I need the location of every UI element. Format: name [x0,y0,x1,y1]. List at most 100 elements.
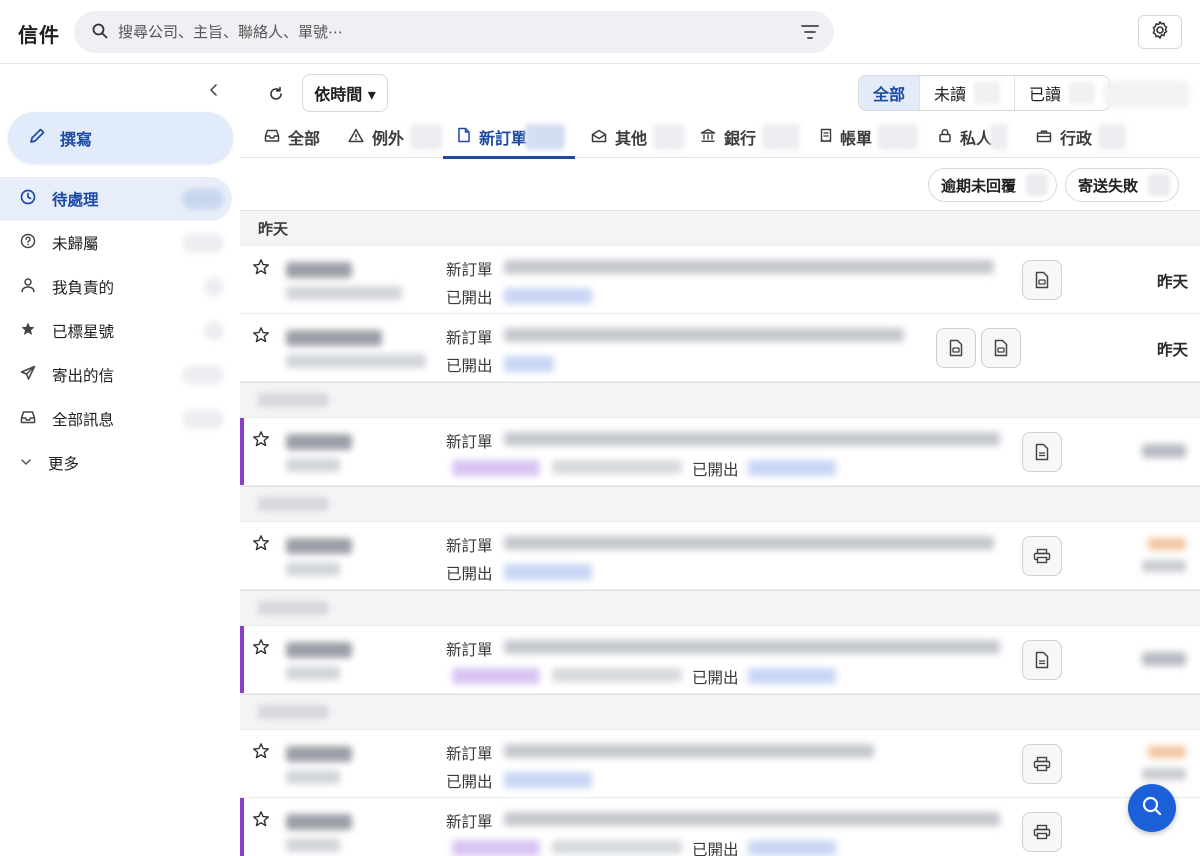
quick-filters: 逾期未回覆 寄送失敗 [928,168,1180,202]
send-failed-chip[interactable]: 寄送失敗 [1065,168,1180,202]
sender-detail [286,666,340,680]
tab-label: 銀行 [724,129,757,148]
star-toggle-icon[interactable] [252,638,270,660]
message-status: 已開出 [692,669,739,687]
question-icon [20,233,52,253]
group-header [240,486,1200,522]
message-date [1142,560,1186,572]
sidebar-item-label: 已標星號 [52,323,115,341]
sidebar-item-sent[interactable]: 寄出的信 [0,353,240,397]
star-toggle-icon[interactable] [252,810,270,832]
filter-label: 已讀 [1029,85,1062,104]
sidebar-item-mine[interactable]: 我負責的 [0,265,240,309]
sender-name [286,330,382,346]
message-status: 已開出 [446,565,493,583]
tab-bill[interactable]: 帳單 [820,116,919,158]
category-tabs: 全部 例外 新訂單 其他 銀行 帳單 私人 行政 [240,116,1200,159]
message-tag [748,840,836,856]
star-toggle-icon[interactable] [252,742,270,764]
print-action-button[interactable] [1022,812,1062,852]
search-bar [74,11,834,53]
star-toggle-icon[interactable] [252,258,270,280]
message-status: 已開出 [446,357,493,375]
document-action-button[interactable] [1022,432,1062,472]
sender-detail [286,838,340,852]
message-row[interactable]: 新訂單 已開出 昨天 [240,314,1200,382]
receipt-icon [820,128,840,147]
document-action-button[interactable] [1022,640,1062,680]
sender-detail [286,286,402,300]
message-tag [504,564,592,580]
message-subject [504,640,1000,654]
sender-name [286,434,352,450]
count-badge [1026,174,1049,196]
message-row[interactable]: 新訂單 已開出 [240,418,1200,486]
sender-name [286,814,352,830]
refresh-icon[interactable] [268,86,284,106]
message-date [1142,444,1186,458]
tab-admin[interactable]: 行政 [1036,116,1127,158]
message-status: 已開出 [692,841,739,856]
message-date [1142,652,1186,666]
message-type: 新訂單 [446,433,493,451]
sidebar-item-label: 待處理 [52,191,99,209]
search-icon [92,23,108,43]
floating-search-button[interactable] [1128,784,1176,832]
compose-button[interactable]: 撰寫 [8,112,233,164]
document-action-button[interactable] [981,328,1021,368]
message-row[interactable]: 新訂單 已開出 [240,626,1200,694]
message-label [452,460,540,476]
tab-bank[interactable]: 銀行 [700,116,801,158]
tab-private[interactable]: 私人 [938,116,1009,158]
star-toggle-icon[interactable] [252,430,270,452]
sidebar-more[interactable]: 更多 [0,441,240,485]
count-badge [204,277,224,297]
sidebar-item-all[interactable]: 全部訊息 [0,397,240,441]
sidebar-item-starred[interactable]: 已標星號 [0,309,240,353]
tab-label: 私人 [960,129,993,148]
sidebar-item-unassigned[interactable]: 未歸屬 [0,221,240,265]
print-action-button[interactable] [1022,536,1062,576]
count-badge [182,365,224,385]
message-row[interactable]: 新訂單 已開出 [240,798,1200,856]
group-header [240,694,1200,730]
filter-icon[interactable] [800,23,820,41]
overdue-chip[interactable]: 逾期未回覆 [928,168,1058,202]
filter-read[interactable]: 已讀 [1015,76,1109,110]
tab-all[interactable]: 全部 [264,116,320,158]
settings-button[interactable] [1138,15,1182,49]
sidebar: 撰寫 待處理 未歸屬 我負責的 已標星號 寄出的信 全部訊息 更多 [0,64,240,856]
extra-control[interactable] [1104,81,1190,107]
star-toggle-icon[interactable] [252,534,270,556]
tab-new-order[interactable]: 新訂單 [442,116,576,159]
sort-dropdown[interactable]: 依時間 ▾ [302,74,388,112]
document-action-button[interactable] [936,328,976,368]
count-badge [410,124,443,150]
sender-name [286,538,352,554]
message-row[interactable]: 新訂單 已開出 昨天 [240,246,1200,314]
sidebar-item-pending[interactable]: 待處理 [0,177,232,221]
collapse-sidebar-icon[interactable] [206,82,222,98]
sidebar-item-label: 我負責的 [52,279,115,297]
star-toggle-icon[interactable] [252,326,270,348]
print-action-button[interactable] [1022,744,1062,784]
tab-label: 其他 [615,129,648,148]
star-icon [20,321,52,341]
message-row[interactable]: 新訂單 已開出 [240,522,1200,590]
count-badge [1098,124,1127,150]
filter-label: 未讀 [934,85,967,104]
inbox-icon [20,409,52,429]
chip-label: 寄送失敗 [1078,176,1139,195]
tab-other[interactable]: 其他 [591,116,686,158]
document-action-button[interactable] [1022,260,1062,300]
message-row[interactable]: 新訂單 已開出 [240,730,1200,798]
tab-exception[interactable]: 例外 [348,116,443,158]
filter-unread[interactable]: 未讀 [920,76,1016,110]
message-status: 已開出 [446,773,493,791]
count-badge [182,233,224,253]
filter-all[interactable]: 全部 [859,76,921,110]
message-subject [504,328,904,342]
chevron-down-icon [20,454,48,472]
search-input[interactable] [118,11,778,53]
message-subject [504,260,994,274]
